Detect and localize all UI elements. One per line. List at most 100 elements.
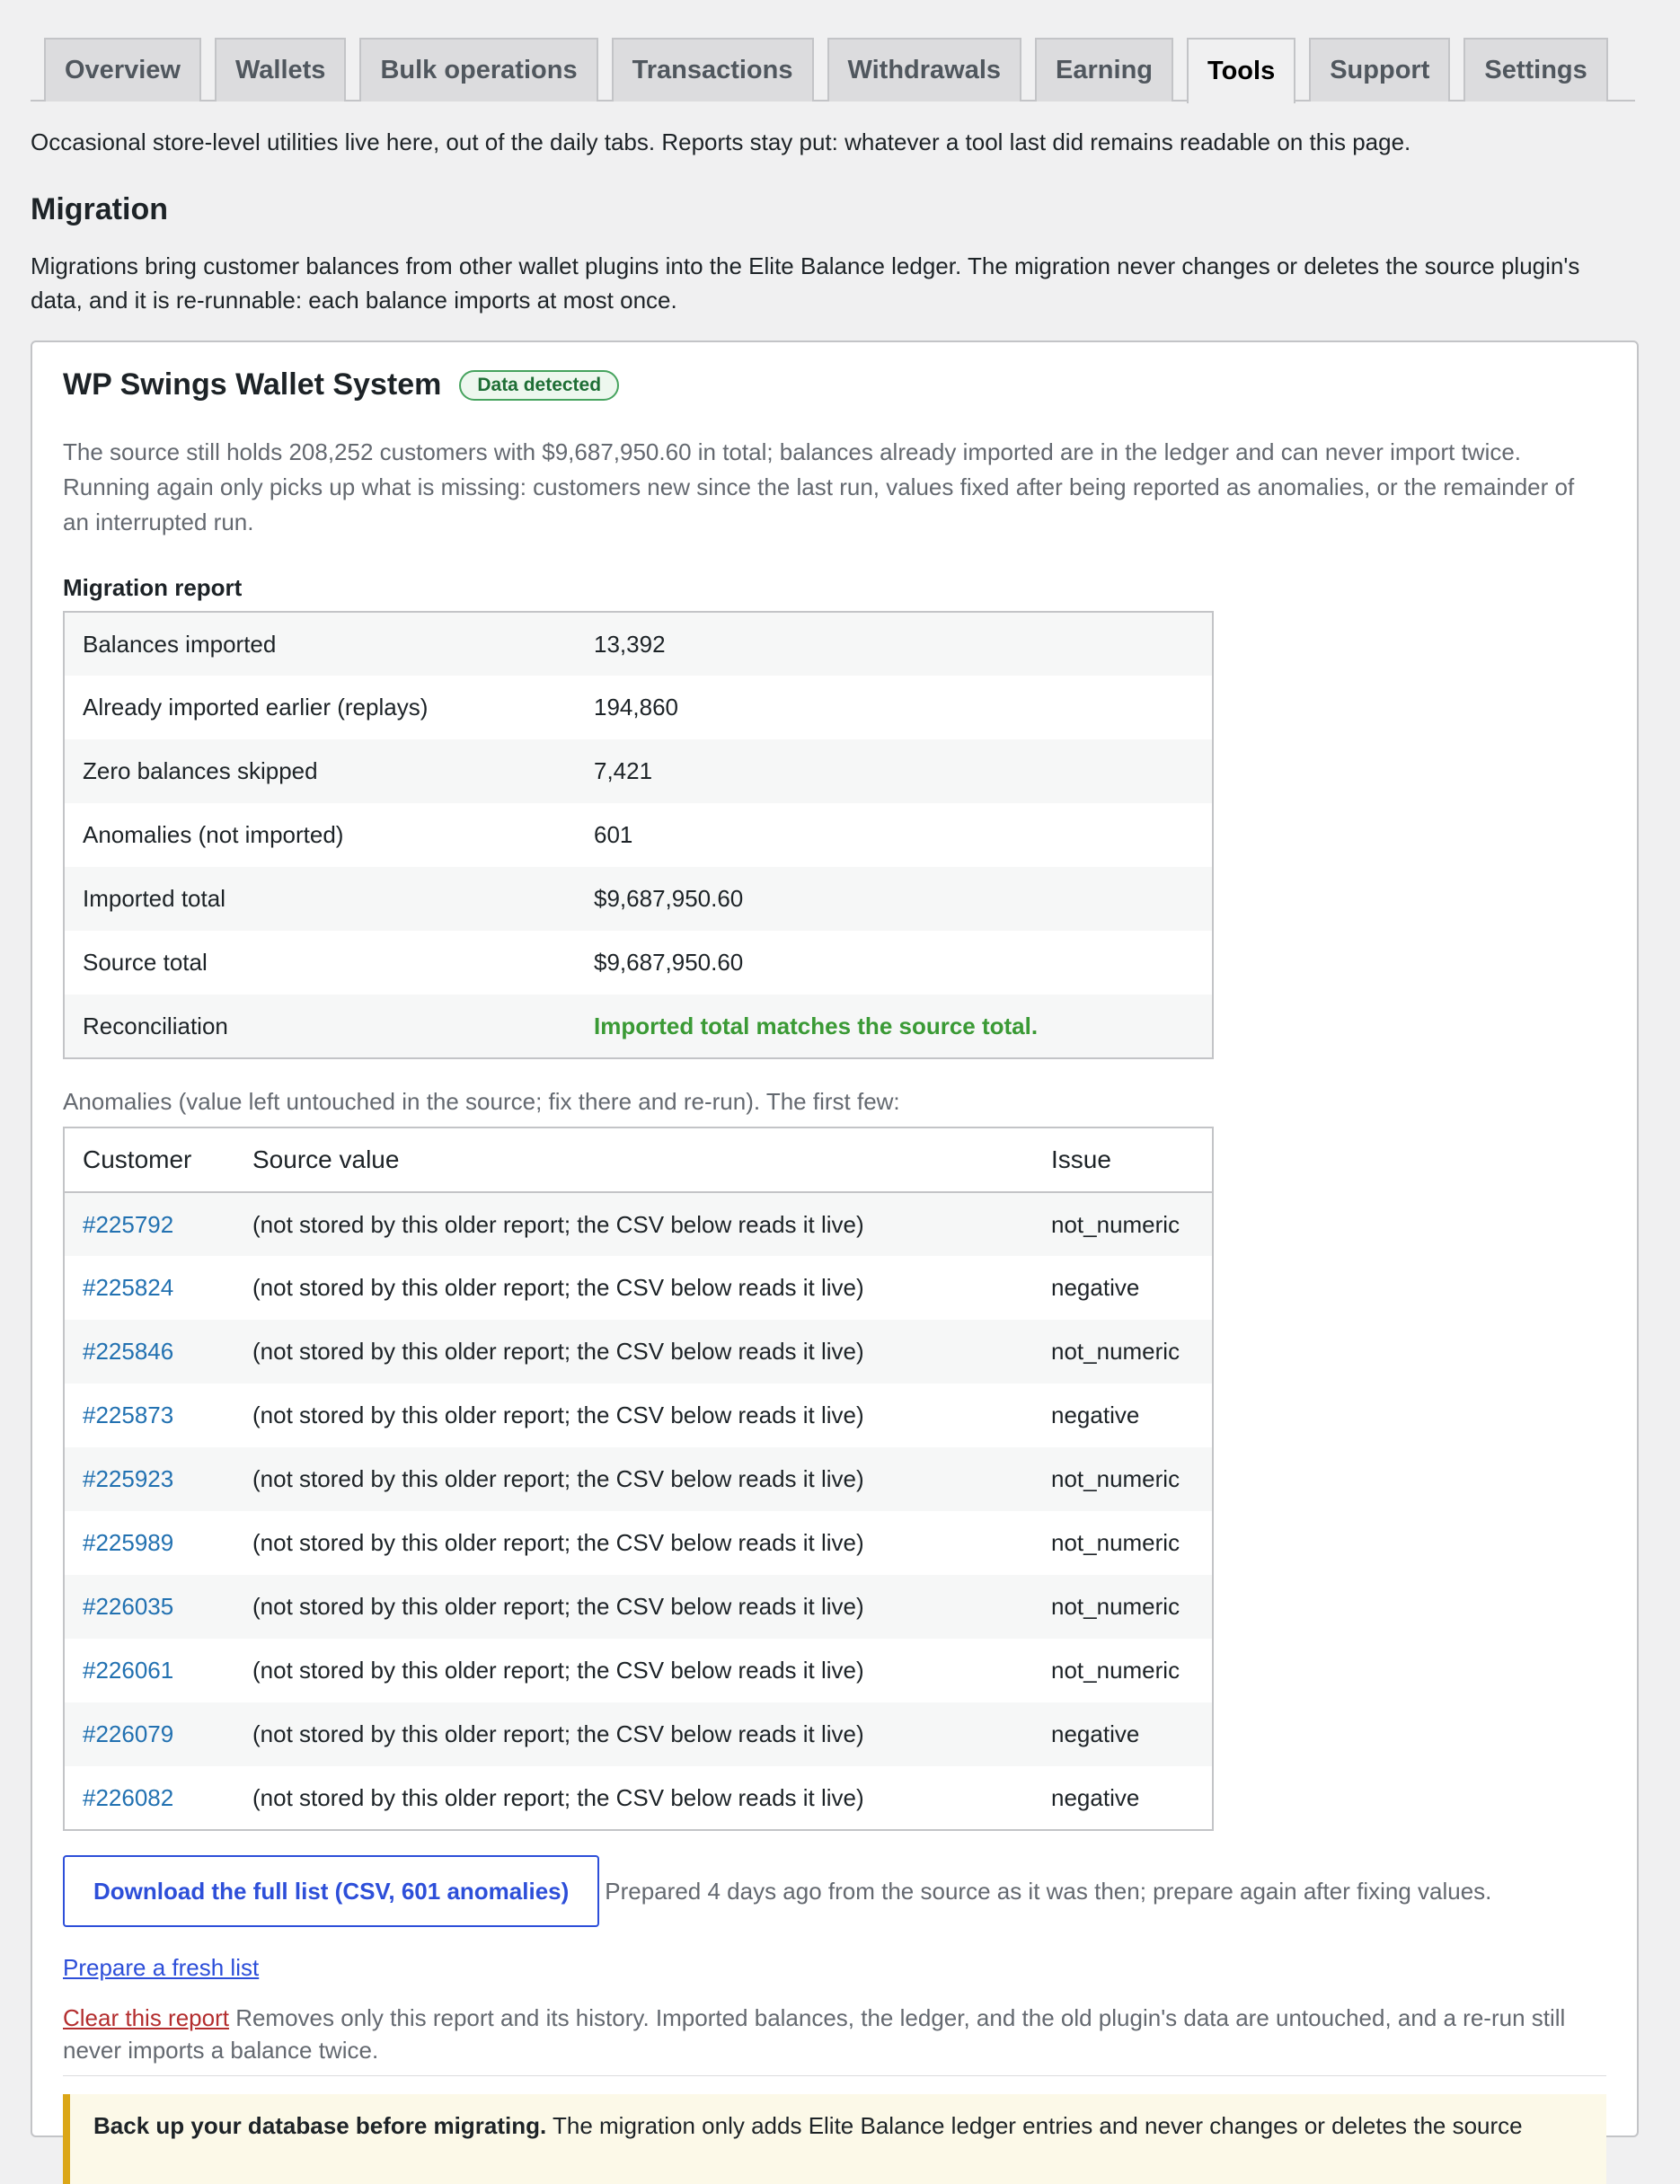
anomalies-note: Anomalies (value left untouched in the s… [63, 1088, 900, 1115]
tab-earning[interactable]: Earning [1035, 38, 1174, 102]
report-row: Anomalies (not imported) 601 [64, 803, 1213, 867]
customer-cell: #226035 [64, 1575, 234, 1639]
customer-link[interactable]: #225824 [83, 1274, 173, 1301]
issue-cell: not_numeric [1051, 1593, 1180, 1620]
table-row: #226079 (not stored by this older report;… [64, 1702, 1213, 1766]
tab-settings[interactable]: Settings [1463, 38, 1608, 102]
warning-bold: Back up your database before migrating. [93, 2112, 547, 2139]
card-description: The source still holds 208,252 customers… [63, 438, 1575, 535]
report-value: $9,687,950.60 [594, 949, 744, 976]
customer-cell: #225923 [64, 1447, 234, 1511]
customer-link[interactable]: #225792 [83, 1211, 173, 1238]
column-header-source-value: Source value [234, 1127, 1033, 1193]
column-header-customer: Customer [64, 1127, 234, 1193]
issue-cell: negative [1051, 1274, 1140, 1301]
divider [63, 2075, 1606, 2076]
customer-link[interactable]: #226061 [83, 1657, 173, 1684]
issue-cell: negative [1051, 1783, 1140, 1811]
status-badge: Data detected [459, 369, 620, 401]
source-value-cell: (not stored by this older report; the CS… [252, 1274, 864, 1301]
source-value-cell: (not stored by this older report; the CS… [252, 1593, 864, 1620]
download-note: Prepared 4 days ago from the source as i… [605, 1877, 1492, 1905]
issue-cell: not_numeric [1051, 1529, 1180, 1556]
anomalies-header-row: Customer Source value Issue [64, 1127, 1213, 1193]
customer-link[interactable]: #225873 [83, 1401, 173, 1428]
page-intro: Occasional store-level utilities live he… [31, 128, 1411, 155]
tab-overview[interactable]: Overview [44, 38, 201, 102]
backup-warning: Back up your database before migrating. … [63, 2094, 1606, 2184]
issue-cell: not_numeric [1051, 1338, 1180, 1365]
customer-link[interactable]: #225846 [83, 1338, 173, 1365]
customer-cell: #225989 [64, 1511, 234, 1575]
customer-link[interactable]: #225923 [83, 1465, 173, 1492]
report-row: Balances imported 13,392 [64, 612, 1213, 676]
source-value-cell: (not stored by this older report; the CS… [252, 1210, 864, 1238]
warning-text: The migration only adds Elite Balance le… [546, 2112, 1523, 2139]
customer-cell: #226082 [64, 1766, 234, 1830]
tab-transactions[interactable]: Transactions [611, 38, 814, 102]
table-row: #226061 (not stored by this older report;… [64, 1639, 1213, 1702]
clear-report-row: Clear this report Removes only this repo… [63, 2002, 1606, 2066]
migration-card: WP Swings Wallet System Data detected Th… [31, 340, 1639, 2184]
issue-cell: negative [1051, 1401, 1140, 1428]
customer-cell: #225846 [64, 1320, 234, 1384]
table-row: #225824 (not stored by this older report;… [64, 1256, 1213, 1320]
migration-report-table: Balances imported 13,392 Already imported … [63, 611, 1214, 1059]
download-row: Download the full list (CSV, 601 anomali… [63, 1855, 1606, 1927]
source-value-cell: (not stored by this older report; the CS… [252, 1401, 864, 1428]
issue-cell: not_numeric [1051, 1210, 1180, 1238]
customer-cell: #226061 [64, 1639, 234, 1702]
source-value-cell: (not stored by this older report; the CS… [252, 1465, 864, 1492]
report-value: 194,860 [594, 694, 678, 721]
table-row: #225846 (not stored by this older report;… [64, 1320, 1213, 1384]
customer-cell: #226079 [64, 1702, 234, 1766]
report-value: 7,421 [594, 757, 653, 784]
issue-cell: negative [1051, 1720, 1140, 1747]
download-csv-button[interactable]: Download the full list (CSV, 601 anomali… [63, 1855, 600, 1927]
report-row: Zero balances skipped 7,421 [64, 739, 1213, 803]
report-label: Migration report [63, 574, 243, 601]
source-value-cell: (not stored by this older report; the CS… [252, 1529, 864, 1556]
clear-report-link[interactable]: Clear this report [63, 2004, 229, 2031]
table-row: #225792 (not stored by this older report;… [64, 1192, 1213, 1256]
report-value: 601 [594, 821, 633, 848]
page: Overview Wallets Bulk operations Transactio… [0, 0, 1680, 2184]
card-header: WP Swings Wallet System Data detected [63, 362, 1606, 408]
clear-report-note: Removes only this report and its history… [63, 2004, 1566, 2064]
customer-cell: #225792 [64, 1192, 234, 1256]
report-key: Source total [83, 949, 208, 976]
tab-tools[interactable]: Tools [1187, 38, 1296, 103]
customer-cell: #225824 [64, 1256, 234, 1320]
migration-description: Migrations bring customer balances from … [31, 252, 1580, 314]
report-key: Reconciliation [83, 1012, 228, 1039]
report-key: Balances imported [83, 630, 277, 658]
report-key: Zero balances skipped [83, 757, 318, 784]
table-row: #225989 (not stored by this older report;… [64, 1511, 1213, 1575]
tab-wallets[interactable]: Wallets [214, 38, 347, 102]
tab-bulk-operations[interactable]: Bulk operations [359, 38, 598, 102]
tab-bar: Overview Wallets Bulk operations Transactio… [31, 0, 1635, 103]
customer-link[interactable]: #226082 [83, 1784, 173, 1811]
table-row: #226082 (not stored by this older report;… [64, 1766, 1213, 1830]
table-row: #225923 (not stored by this older report;… [64, 1447, 1213, 1511]
table-row: #226035 (not stored by this older report;… [64, 1575, 1213, 1639]
customer-link[interactable]: #226079 [83, 1720, 173, 1747]
issue-cell: not_numeric [1051, 1657, 1180, 1684]
card-title: WP Swings Wallet System [63, 367, 442, 402]
report-key: Already imported earlier (replays) [83, 694, 429, 721]
customer-link[interactable]: #225989 [83, 1529, 173, 1556]
report-row: Already imported earlier (replays) 194,86… [64, 676, 1213, 739]
customer-link[interactable]: #226035 [83, 1593, 173, 1620]
table-row: #225873 (not stored by this older report;… [64, 1384, 1213, 1447]
source-value-cell: (not stored by this older report; the CS… [252, 1783, 864, 1811]
issue-cell: not_numeric [1051, 1465, 1180, 1492]
fresh-list-row: Prepare a fresh list [63, 1950, 1606, 1985]
report-value: 13,392 [594, 630, 666, 658]
prepare-fresh-list-link[interactable]: Prepare a fresh list [63, 1954, 259, 1981]
tab-withdrawals[interactable]: Withdrawals [827, 38, 1022, 102]
migration-heading: Migration [31, 192, 168, 226]
customer-cell: #225873 [64, 1384, 234, 1447]
tab-support[interactable]: Support [1309, 38, 1451, 102]
report-key: Imported total [83, 885, 225, 912]
report-row: Source total $9,687,950.60 [64, 931, 1213, 995]
